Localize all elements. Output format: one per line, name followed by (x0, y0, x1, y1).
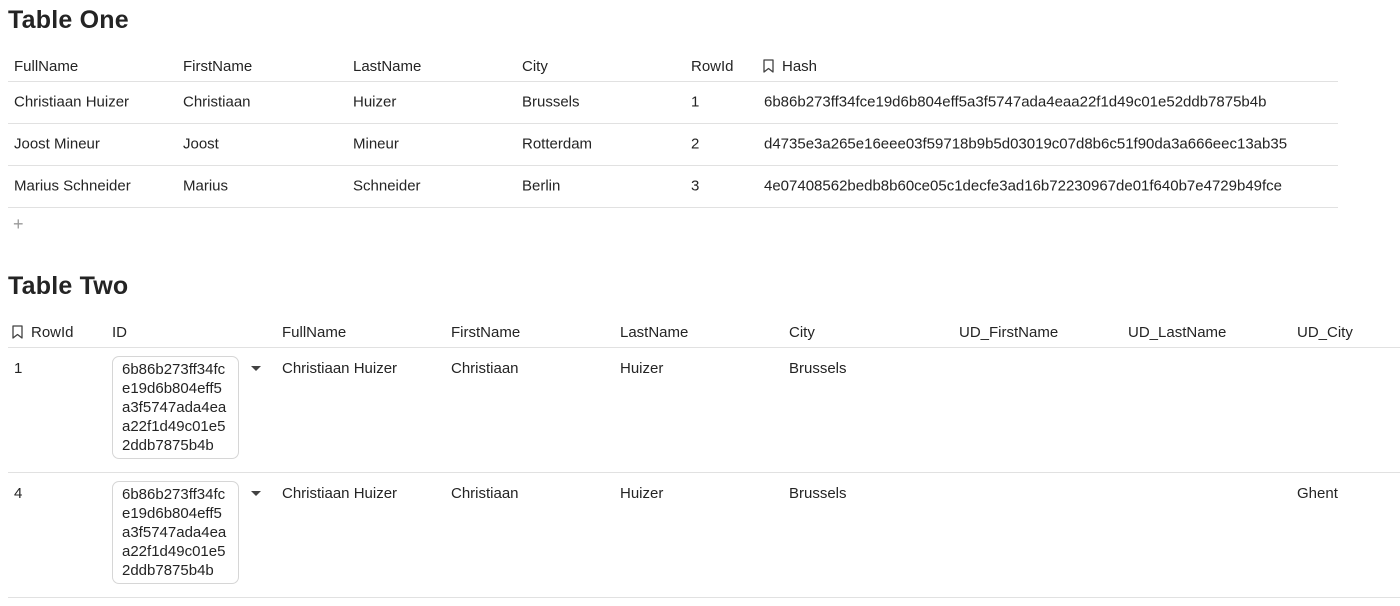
column-header-rowid[interactable]: RowId (12, 324, 74, 341)
cell-rowid[interactable]: 2 (691, 136, 699, 153)
cell-firstname[interactable]: Christiaan (451, 485, 519, 502)
table-one-title: Table One (8, 6, 129, 34)
column-header-city[interactable]: City (789, 324, 815, 341)
cell-lastname[interactable]: Huizer (353, 94, 396, 111)
table-row[interactable]: Marius Schneider Marius Schneider Berlin… (8, 166, 1338, 208)
column-header-lastname[interactable]: LastName (620, 324, 688, 341)
cell-rowid[interactable]: 1 (691, 94, 699, 111)
cell-lastname[interactable]: Schneider (353, 178, 421, 195)
cell-fullname[interactable]: Christiaan Huizer (282, 485, 397, 502)
column-header-fullname[interactable]: FullName (14, 58, 78, 75)
id-value-line: 2ddb7875b4b (122, 562, 214, 579)
cell-city[interactable]: Brussels (789, 485, 847, 502)
column-header-firstname[interactable]: FirstName (183, 58, 252, 75)
id-value-line: a22f1d49c01e5 (122, 418, 226, 435)
cell-firstname[interactable]: Christiaan (451, 360, 519, 377)
id-value-line: a3f5747ada4ea (122, 524, 227, 541)
cell-lastname[interactable]: Mineur (353, 136, 399, 153)
table-two: RowId ID FullName FirstName LastName Cit… (8, 316, 1400, 598)
chevron-down-icon[interactable] (251, 491, 261, 496)
table-one: FullName FirstName LastName City RowId H… (8, 50, 1338, 208)
table-row[interactable]: Christiaan Huizer Christiaan Huizer Brus… (8, 82, 1338, 124)
cell-city[interactable]: Rotterdam (522, 136, 592, 153)
cell-fullname[interactable]: Christiaan Huizer (14, 94, 129, 111)
cell-lastname[interactable]: Huizer (620, 485, 663, 502)
column-header-ud-firstname[interactable]: UD_FirstName (959, 324, 1058, 341)
table-two-title: Table Two (8, 272, 129, 300)
column-header-firstname[interactable]: FirstName (451, 324, 520, 341)
column-header-ud-city[interactable]: UD_City (1297, 324, 1353, 341)
cell-city[interactable]: Brussels (789, 360, 847, 377)
column-header-rowid-label: RowId (31, 324, 74, 341)
cell-rowid[interactable]: 3 (691, 178, 699, 195)
cell-fullname[interactable]: Joost Mineur (14, 136, 100, 153)
cell-city[interactable]: Berlin (522, 178, 560, 195)
column-header-ud-lastname[interactable]: UD_LastName (1128, 324, 1226, 341)
cell-rowid[interactable]: 4 (14, 485, 22, 502)
cell-lastname[interactable]: Huizer (620, 360, 663, 377)
column-header-hash[interactable]: Hash (763, 58, 817, 75)
add-row-button[interactable]: + (13, 214, 24, 234)
cell-hash[interactable]: 4e07408562bedb8b60ce05c1decfe3ad16b72230… (764, 178, 1282, 195)
column-header-rowid[interactable]: RowId (691, 58, 734, 75)
id-value-line: e19d6b804eff5 (122, 380, 222, 397)
table-row[interactable]: 4 6b86b273ff34fc e19d6b804eff5 a3f5747ad… (8, 473, 1400, 598)
chevron-down-icon[interactable] (251, 366, 261, 371)
bookmark-icon (763, 59, 774, 73)
id-value-line: e19d6b804eff5 (122, 505, 222, 522)
column-header-id[interactable]: ID (112, 324, 127, 341)
id-value-line: 6b86b273ff34fc (122, 486, 226, 503)
cell-firstname[interactable]: Christiaan (183, 94, 251, 111)
table-two-header: RowId ID FullName FirstName LastName Cit… (8, 316, 1400, 348)
table-row[interactable]: Joost Mineur Joost Mineur Rotterdam 2 d4… (8, 124, 1338, 166)
id-value-line: 6b86b273ff34fc (122, 361, 226, 378)
column-header-lastname[interactable]: LastName (353, 58, 421, 75)
cell-fullname[interactable]: Marius Schneider (14, 178, 131, 195)
id-reference-field[interactable]: 6b86b273ff34fc e19d6b804eff5 a3f5747ada4… (112, 481, 239, 584)
cell-fullname[interactable]: Christiaan Huizer (282, 360, 397, 377)
table-one-header: FullName FirstName LastName City RowId H… (8, 50, 1338, 82)
id-value-line: a22f1d49c01e5 (122, 543, 226, 560)
bookmark-icon (12, 325, 23, 339)
column-header-city[interactable]: City (522, 58, 548, 75)
cell-ud-city[interactable]: Ghent (1297, 485, 1338, 502)
table-row[interactable]: 1 6b86b273ff34fc e19d6b804eff5 a3f5747ad… (8, 348, 1400, 473)
id-value-line: 2ddb7875b4b (122, 437, 214, 454)
id-value-line: a3f5747ada4ea (122, 399, 227, 416)
cell-firstname[interactable]: Marius (183, 178, 228, 195)
column-header-fullname[interactable]: FullName (282, 324, 346, 341)
id-reference-field[interactable]: 6b86b273ff34fc e19d6b804eff5 a3f5747ada4… (112, 356, 239, 459)
cell-hash[interactable]: 6b86b273ff34fce19d6b804eff5a3f5747ada4ea… (764, 94, 1266, 111)
cell-city[interactable]: Brussels (522, 94, 580, 111)
cell-firstname[interactable]: Joost (183, 136, 219, 153)
column-header-hash-label: Hash (782, 58, 818, 75)
cell-hash[interactable]: d4735e3a265e16eee03f59718b9b5d03019c07d8… (764, 136, 1287, 153)
cell-rowid[interactable]: 1 (14, 360, 22, 377)
